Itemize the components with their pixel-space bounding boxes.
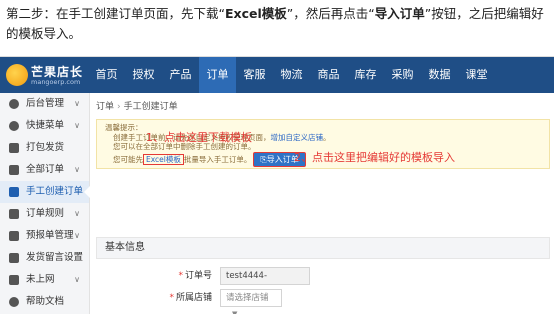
nav-item[interactable]: 订单 bbox=[199, 57, 236, 93]
mail-icon bbox=[9, 253, 19, 263]
sidebar-item-label: 全部订单 bbox=[26, 164, 65, 175]
order-no-field[interactable]: test4444- bbox=[220, 267, 310, 285]
sidebar-item-label: 预报单管理 bbox=[26, 230, 74, 241]
chevron-down-icon: ∨ bbox=[74, 231, 80, 240]
order-no-label: * 订单号 bbox=[178, 271, 212, 281]
sidebar-item[interactable]: 预报单管理 ∨ bbox=[0, 225, 89, 247]
nav-item[interactable]: 产品 bbox=[162, 57, 199, 93]
intro-bold-excel: Excel模板 bbox=[224, 6, 287, 21]
breadcrumb-separator: › bbox=[117, 102, 121, 112]
shop-label: * 所属店铺 bbox=[169, 293, 212, 303]
section-basic-info: 基本信息 bbox=[96, 237, 550, 259]
intro-part: ”，然后再点击“ bbox=[286, 6, 375, 21]
main-content: 订单 › 手工创建订单 温馨提示： 创建手工订单前，请先在自定义授权管理页面，增加自… bbox=[92, 93, 554, 314]
chevron-down-icon: ∨ bbox=[74, 209, 80, 218]
intro-text: 第二步：在手工创建订单页面，先下载“Excel模板”，然后再点击“导入订单”按钮… bbox=[6, 4, 546, 44]
star-icon bbox=[9, 121, 19, 131]
sidebar-item-label: 手工创建订单 bbox=[26, 186, 84, 197]
nav-item[interactable]: 物流 bbox=[273, 57, 310, 93]
sidebar-item[interactable]: 打包发货 bbox=[0, 137, 89, 159]
sidebar-item[interactable]: 发货留言设置 bbox=[0, 247, 89, 269]
breadcrumb-item-order[interactable]: 订单 bbox=[96, 102, 114, 112]
nav-item[interactable]: 库存 bbox=[347, 57, 384, 93]
nav-item[interactable]: 数据 bbox=[421, 57, 458, 93]
logo[interactable]: 芒果店长 mangoerp.com bbox=[6, 61, 88, 89]
breadcrumb: 订单 › 手工创建订单 bbox=[96, 99, 178, 112]
nav-item[interactable]: 首页 bbox=[88, 57, 125, 93]
annotation-step-2: 2、点击这里把编辑好的模板导入 bbox=[294, 151, 455, 164]
sidebar-item-label: 订单规则 bbox=[26, 208, 65, 219]
main-nav: 首页 授权 产品 订单 客服 物流 商品 库存 采购 数据 课堂 bbox=[88, 57, 495, 93]
chevron-down-icon: ∨ bbox=[74, 121, 80, 130]
box-icon bbox=[9, 143, 19, 153]
nav-item[interactable]: 客服 bbox=[236, 57, 273, 93]
mango-logo-icon bbox=[6, 64, 28, 86]
tips-text: 您可能先 bbox=[113, 154, 143, 164]
chevron-down-icon: ∨ bbox=[74, 275, 80, 284]
nav-item[interactable]: 课堂 bbox=[458, 57, 495, 93]
list-icon bbox=[9, 165, 19, 175]
nav-item[interactable]: 商品 bbox=[310, 57, 347, 93]
sidebar-item[interactable]: 全部订单 ∨ bbox=[0, 159, 89, 181]
sidebar-item[interactable]: 手工创建订单 bbox=[0, 181, 90, 203]
sidebar-item-label: 后台管理 bbox=[26, 98, 65, 109]
excel-template-link[interactable]: Excel模板 bbox=[143, 153, 184, 165]
gear-icon bbox=[9, 99, 19, 109]
intro-bold-import: 导入订单 bbox=[374, 6, 425, 21]
shop-select[interactable]: 请选择店铺▼ bbox=[220, 289, 282, 314]
sidebar-item-label: 未上网 bbox=[26, 274, 55, 285]
wifi-icon bbox=[9, 275, 19, 285]
sidebar-item-label: 发货留言设置 bbox=[26, 252, 84, 263]
app-window: 芒果店长 mangoerp.com 首页 授权 产品 订单 客服 物流 商品 库存 采购 数据 课堂… bbox=[0, 56, 554, 314]
chevron-down-icon: ∨ bbox=[74, 99, 80, 108]
sidebar-item[interactable]: 快捷菜单 ∨ bbox=[0, 115, 89, 137]
sidebar-item-label: 打包发货 bbox=[26, 142, 65, 153]
breadcrumb-item-current: 手工创建订单 bbox=[123, 102, 178, 112]
nav-item[interactable]: 授权 bbox=[125, 57, 162, 93]
sidebar-item[interactable]: 帮助文档 bbox=[0, 291, 89, 313]
grid-icon bbox=[9, 187, 19, 197]
grid-icon bbox=[9, 231, 19, 241]
form-row-shop: * 所属店铺 请选择店铺▼ bbox=[92, 287, 554, 314]
intro-part: 第二步：在手工创建订单页面，先下载“ bbox=[6, 6, 225, 21]
sidebar-item[interactable]: 后台管理 ∨ bbox=[0, 93, 89, 115]
grid-icon bbox=[9, 209, 19, 219]
tips-text: 。 bbox=[323, 132, 331, 142]
tips-text: 批量导入手工订单。 bbox=[183, 154, 252, 164]
chevron-down-icon: ▼ bbox=[232, 310, 238, 314]
sidebar-item-label: 快捷菜单 bbox=[26, 120, 65, 131]
form-row-order-no: * 订单号 test4444- bbox=[92, 265, 554, 287]
sidebar-item-label: 帮助文档 bbox=[26, 296, 65, 307]
top-navbar: 芒果店长 mangoerp.com 首页 授权 产品 订单 客服 物流 商品 库存 采购 数据 课堂 bbox=[0, 57, 554, 93]
sidebar-item[interactable]: 订单规则 ∨ bbox=[0, 203, 89, 225]
add-custom-shop-link[interactable]: 增加自定义店铺 bbox=[271, 133, 324, 142]
sidebar-item[interactable]: 未上网 ∨ bbox=[0, 269, 89, 291]
nav-item[interactable]: 采购 bbox=[384, 57, 421, 93]
help-icon bbox=[9, 297, 19, 307]
chevron-down-icon: ∨ bbox=[74, 165, 80, 174]
annotation-step-1: 1、点击这里下载模板 bbox=[146, 131, 252, 144]
logo-subtext: mangoerp.com bbox=[31, 78, 81, 86]
sidebar: 后台管理 ∨ 快捷菜单 ∨ 打包发货 全部订单 ∨ 手工创建订单 订单规则 ∨ 预报单管理 ∨ 发货留言… bbox=[0, 93, 90, 314]
